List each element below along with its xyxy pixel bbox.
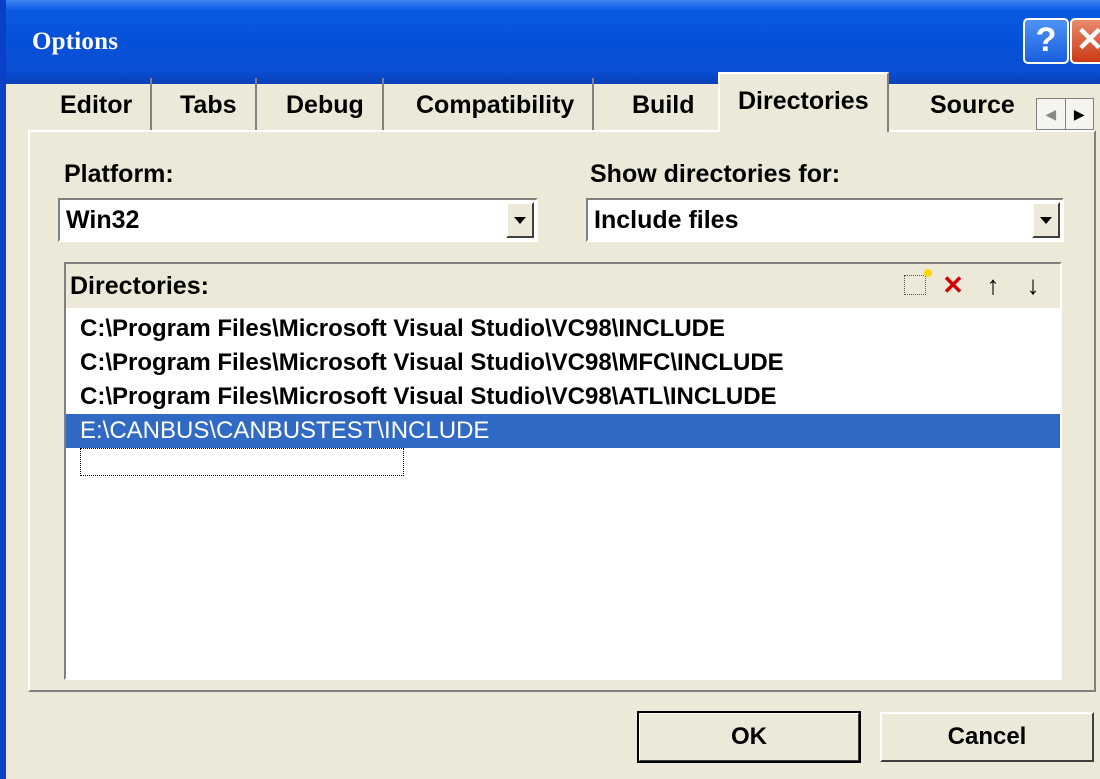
tab-source[interactable]: Source — [912, 78, 1033, 132]
new-entry-field[interactable] — [80, 448, 404, 476]
tab-directories[interactable]: Directories — [718, 72, 889, 132]
tab-debug[interactable]: Debug — [268, 78, 384, 132]
list-item-selected[interactable]: E:\CANBUS\CANBUSTEST\INCLUDE — [66, 414, 1060, 448]
directories-toolbar: ✕ ↑ ↓ — [904, 269, 1046, 300]
show-directories-dropdown-arrow-icon[interactable] — [1032, 202, 1060, 238]
delete-icon[interactable]: ✕ — [940, 270, 966, 300]
tab-build[interactable]: Build — [614, 78, 713, 132]
platform-value: Win32 — [66, 206, 140, 234]
tab-scroller[interactable]: ◀ ▶ — [1036, 98, 1094, 130]
title-bar[interactable]: Options ? ✕ — [6, 0, 1100, 84]
ok-button[interactable]: OK — [637, 711, 861, 763]
list-item[interactable]: C:\Program Files\Microsoft Visual Studio… — [80, 380, 777, 414]
list-item[interactable]: C:\Program Files\Microsoft Visual Studio… — [80, 312, 725, 346]
platform-label: Platform: — [64, 160, 174, 188]
move-up-icon[interactable]: ↑ — [980, 270, 1006, 300]
directories-list[interactable]: C:\Program Files\Microsoft Visual Studio… — [64, 308, 1062, 680]
cancel-button[interactable]: Cancel — [880, 712, 1094, 762]
new-folder-icon[interactable] — [904, 269, 932, 295]
show-directories-value: Include files — [594, 206, 739, 234]
directories-header: Directories: ✕ ↑ ↓ — [64, 262, 1062, 308]
list-item[interactable]: C:\Program Files\Microsoft Visual Studio… — [80, 346, 784, 380]
move-down-icon[interactable]: ↓ — [1020, 270, 1046, 300]
show-directories-combobox[interactable]: Include files — [586, 198, 1064, 242]
tab-scroll-left-icon[interactable]: ◀ — [1037, 99, 1065, 129]
platform-dropdown-arrow-icon[interactable] — [506, 202, 534, 238]
close-button[interactable]: ✕ — [1070, 18, 1100, 64]
window-title: Options — [32, 28, 119, 55]
directories-label: Directories: — [70, 272, 209, 300]
help-button[interactable]: ? — [1023, 18, 1069, 64]
tab-editor[interactable]: Editor — [42, 78, 153, 132]
show-directories-label: Show directories for: — [590, 160, 841, 188]
tab-compatibility[interactable]: Compatibility — [398, 78, 595, 132]
platform-combobox[interactable]: Win32 — [58, 198, 538, 242]
options-dialog: Options ? ✕ Editor Tabs Debug Compatibil… — [0, 0, 1100, 779]
tab-tabs[interactable]: Tabs — [162, 78, 257, 132]
tab-scroll-right-icon[interactable]: ▶ — [1064, 99, 1094, 129]
